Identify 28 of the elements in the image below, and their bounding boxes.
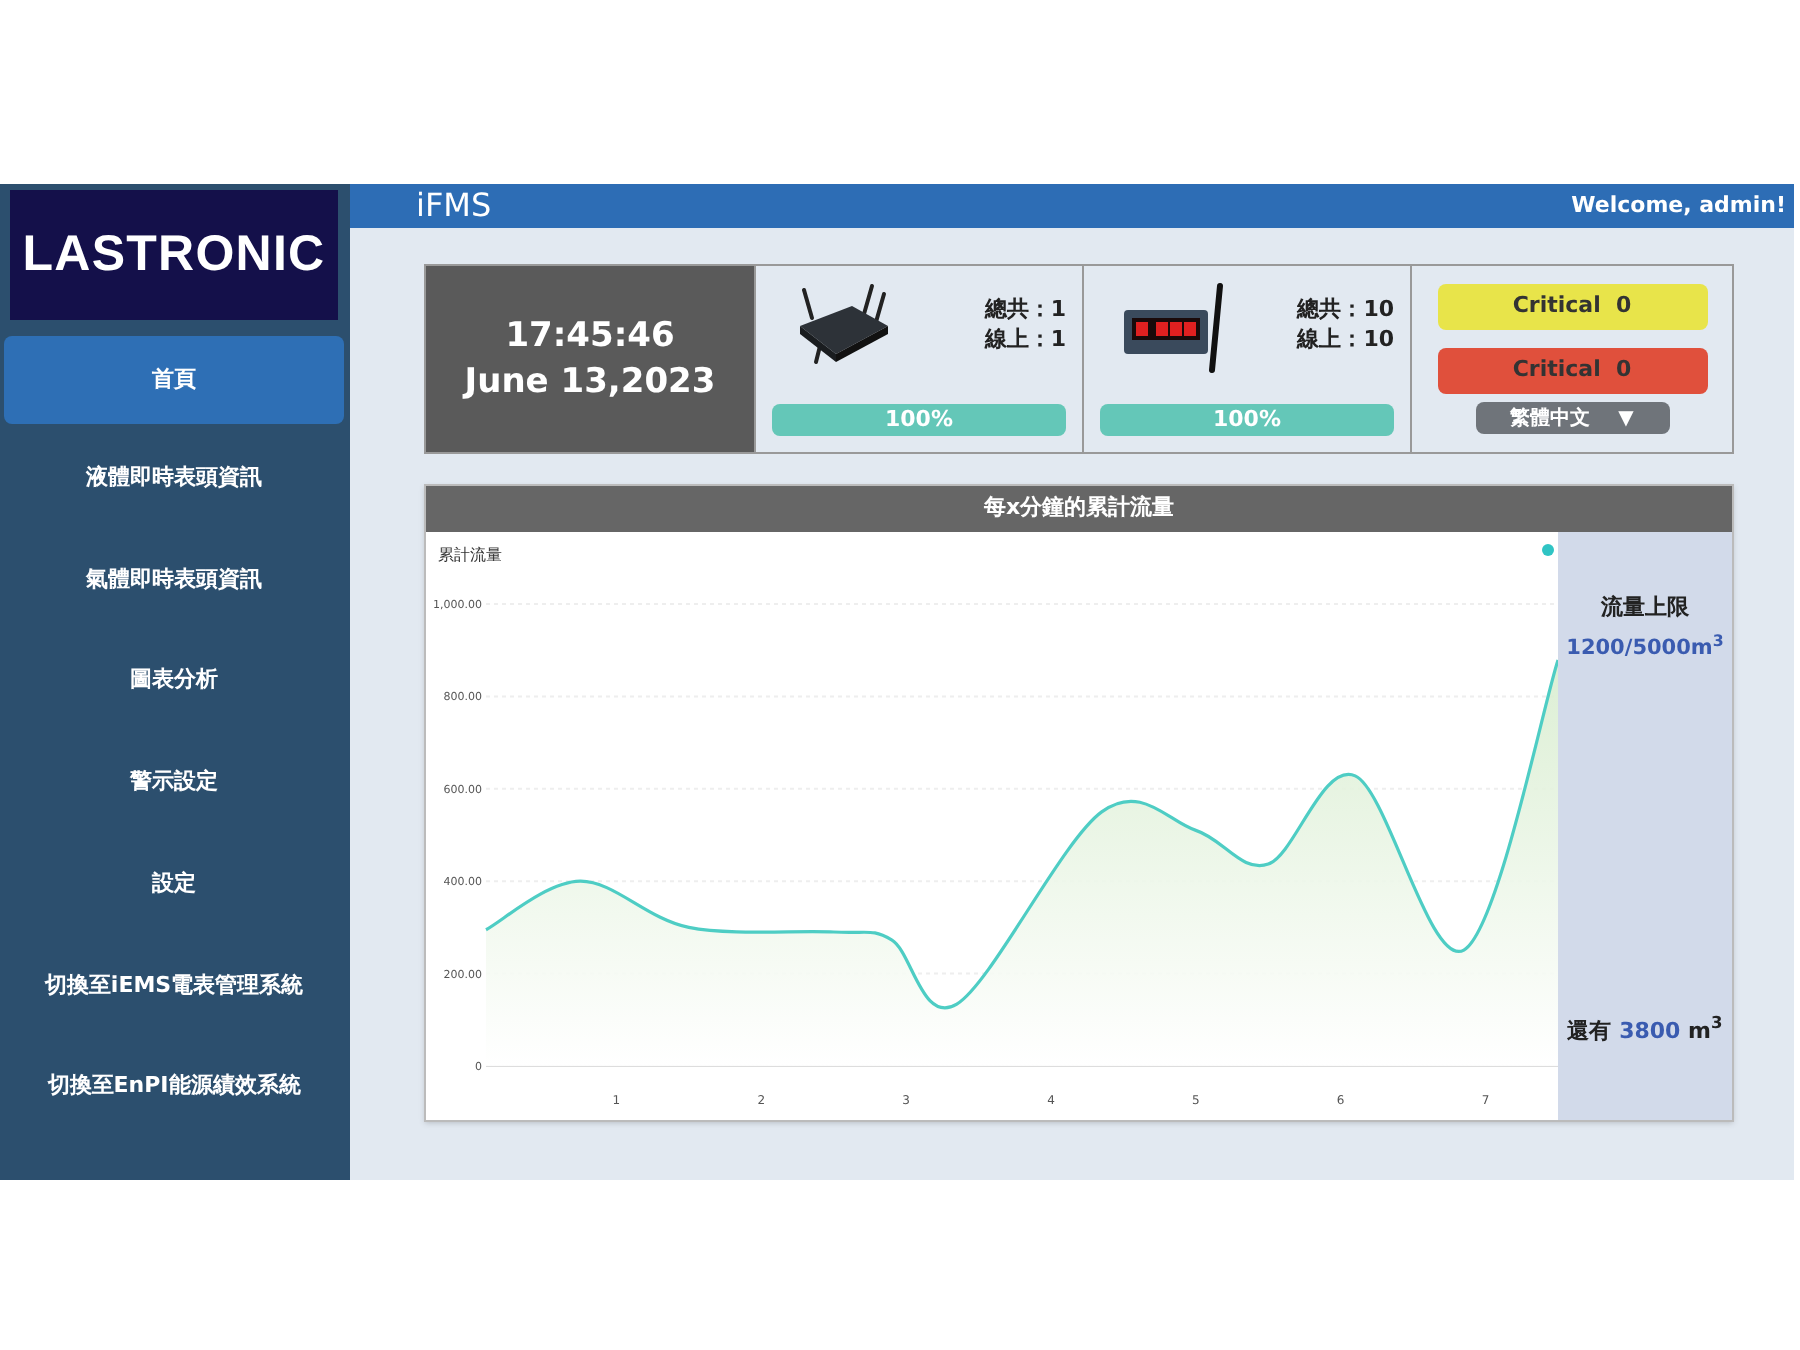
language-select[interactable]: 繁體中文 ▼	[1475, 402, 1669, 434]
clock-time: 17:45:46	[505, 313, 675, 359]
sidebar-item[interactable]: 首頁	[4, 336, 344, 424]
sidebar-item[interactable]: 警示設定	[4, 732, 344, 834]
sidebar-item[interactable]: 切換至EnPI能源績效系統	[4, 1036, 344, 1138]
online-count: 線上：10	[1297, 324, 1394, 354]
app-title: iFMS	[416, 184, 492, 228]
total-count: 總共：1	[984, 294, 1066, 324]
y-axis-title: 累計流量	[438, 546, 502, 564]
limit-label: 流量上限	[1601, 592, 1689, 624]
total-count: 總共：10	[1297, 294, 1394, 324]
critical-alert: Critical 0	[1437, 348, 1707, 394]
progress-reading: 100%	[1211, 404, 1283, 436]
sidebar-item[interactable]: 氣體即時表頭資訊	[4, 529, 344, 631]
point-marker	[1542, 544, 1554, 556]
critical-alert: Critical 0	[1437, 284, 1707, 330]
progress-reading: 100%	[883, 404, 955, 436]
sidebar-item[interactable]: 切換至iEMS電表管理系統	[4, 934, 344, 1037]
online-count: 線上：1	[984, 324, 1066, 354]
sidebar-item[interactable]: 設定	[4, 833, 344, 935]
sidebar-item[interactable]: 圖表分析	[4, 630, 344, 733]
remaining-text: 還有 3800 m$^{3}$	[1567, 1015, 1723, 1047]
limit-value: 1200/5000m$^{3}$	[1566, 633, 1724, 663]
welcome-text: Welcome, admin!	[1571, 189, 1786, 222]
logo: LASTRONIC	[10, 190, 338, 320]
clock-date: June 13,2023	[464, 359, 716, 405]
sidebar-item[interactable]: 液體即時表頭資訊	[4, 428, 344, 530]
chart-title-bar: 每x分鐘的累計流量	[426, 486, 1732, 532]
